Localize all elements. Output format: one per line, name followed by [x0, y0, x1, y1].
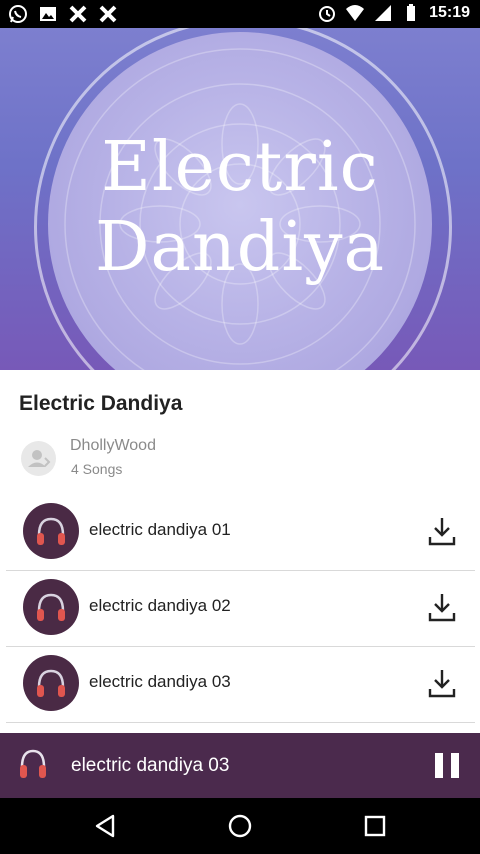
album-title: Electric Dandiya [19, 392, 183, 415]
song-count: 4 Songs [71, 461, 123, 477]
headphones-icon [20, 749, 46, 778]
alarm-icon [319, 6, 336, 22]
headphones-icon [37, 593, 65, 621]
cover-title: Electric Dandiya [0, 128, 480, 288]
person-icon [28, 450, 51, 467]
wifi-icon [346, 5, 365, 21]
mini-player[interactable]: electric dandiya 03 [0, 733, 480, 798]
song-title: electric dandiya 03 [89, 672, 231, 691]
song-row[interactable]: electric dandiya 03 [6, 646, 475, 723]
headphones-icon [37, 669, 65, 697]
recents-icon[interactable] [361, 812, 389, 840]
image-icon [40, 7, 56, 21]
whatsapp-icon [9, 5, 27, 23]
album-cover: Electric Dandiya [0, 28, 480, 370]
home-icon[interactable] [226, 812, 254, 840]
song-thumbnail [23, 655, 79, 711]
artist-avatar[interactable] [21, 441, 56, 476]
status-bar: 15:19 [0, 0, 480, 28]
system-nav-bar [0, 798, 480, 854]
pause-icon[interactable] [434, 752, 460, 779]
x-app-icon [69, 5, 87, 23]
now-playing-title: electric dandiya 03 [71, 755, 230, 776]
download-icon[interactable] [427, 515, 457, 547]
battery-icon [407, 4, 416, 21]
download-icon[interactable] [427, 667, 457, 699]
song-thumbnail [23, 503, 79, 559]
cover-title-line1: Electric [101, 128, 379, 207]
x-app-icon [99, 5, 117, 23]
download-icon[interactable] [427, 591, 457, 623]
song-row[interactable]: electric dandiya 02 [6, 570, 475, 647]
status-time: 15:19 [429, 4, 470, 21]
artist-name[interactable]: DhollyWood [70, 437, 156, 455]
song-row[interactable]: electric dandiya 01 [6, 494, 475, 571]
signal-icon [375, 5, 392, 21]
song-thumbnail [23, 579, 79, 635]
song-title: electric dandiya 01 [89, 520, 231, 539]
song-title: electric dandiya 02 [89, 596, 231, 615]
back-icon[interactable] [91, 812, 119, 840]
cover-title-line2: Dandiya [94, 208, 386, 287]
headphones-icon [37, 517, 65, 545]
